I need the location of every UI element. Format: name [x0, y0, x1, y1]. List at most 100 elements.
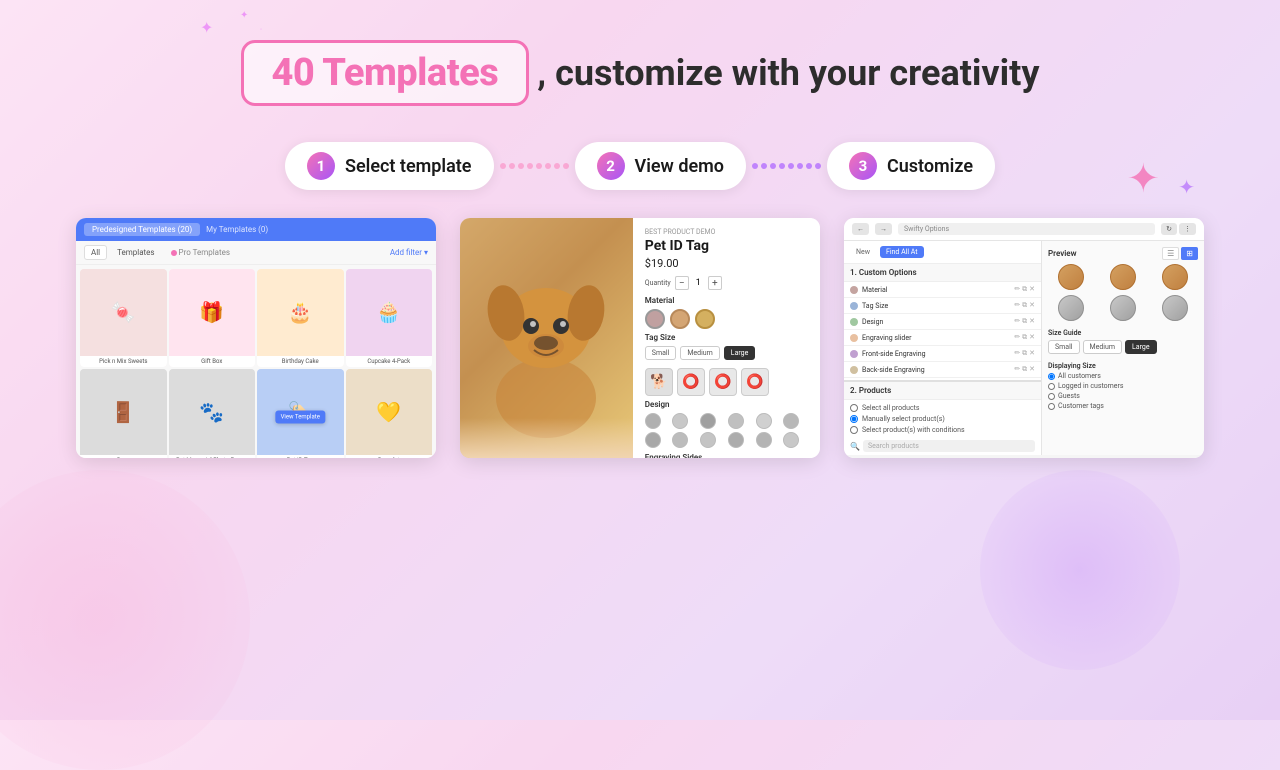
template-item[interactable]: 🐾 Pet Memorial Photo Frame	[169, 369, 256, 459]
copy-icon[interactable]: ⧉	[1022, 333, 1027, 342]
design-opt[interactable]	[672, 413, 688, 429]
template-item-active[interactable]: 🏷️ Pet ID Tag View Template	[257, 369, 344, 459]
option-icons: ✏ ⧉ ✕	[1014, 301, 1035, 310]
guests[interactable]: Guests	[1048, 392, 1198, 400]
select-all-radio[interactable]	[850, 404, 858, 412]
copy-icon[interactable]: ⧉	[1022, 301, 1027, 310]
select-product-radio[interactable]	[850, 415, 858, 423]
template-item[interactable]: 🍬 Pick n Mix Sweets	[80, 269, 167, 367]
filter-all[interactable]: All	[84, 245, 107, 260]
material-section: Material	[645, 296, 808, 329]
option-label: Engraving slider	[862, 334, 1010, 342]
thumb-1[interactable]: 🐕	[645, 368, 673, 396]
design-opt[interactable]	[645, 413, 661, 429]
view-template-overlay[interactable]: View Template	[276, 411, 325, 424]
edit-icon[interactable]: ✏	[1014, 365, 1020, 374]
size-large[interactable]: Large	[724, 346, 756, 360]
size-large-btn[interactable]: Large	[1125, 340, 1157, 354]
product-search[interactable]: Search products	[863, 440, 1035, 452]
logged-in-radio[interactable]	[1048, 383, 1055, 390]
connector-2	[752, 163, 821, 169]
customer-tags[interactable]: Customer tags	[1048, 402, 1198, 410]
thumb-3[interactable]: ⭕	[709, 368, 737, 396]
more-btn[interactable]: ⋮	[1179, 223, 1196, 235]
dot	[518, 163, 524, 169]
step-3-pill: 3 Customize	[827, 142, 995, 190]
customize-content: ← → Swifty Options ↻ ⋮ New Find All At	[844, 218, 1204, 458]
qty-minus[interactable]: −	[675, 276, 689, 290]
template-item[interactable]: 🧁 Cupcake 4-Pack	[346, 269, 433, 367]
delete-icon[interactable]: ✕	[1029, 365, 1035, 374]
screenshot-product-demo: BEST PRODUCT DEMO Pet ID Tag $19.00 Quan…	[460, 218, 820, 458]
dot	[779, 163, 785, 169]
all-customers-radio[interactable]	[1048, 373, 1055, 380]
preview-ctrl-1[interactable]: ☰	[1162, 247, 1179, 260]
predesigned-tab[interactable]: Predesigned Templates (20)	[84, 223, 200, 236]
all-customers[interactable]: All customers	[1048, 372, 1198, 380]
new-tab[interactable]: New	[850, 246, 876, 258]
design-opt[interactable]	[783, 432, 799, 448]
delete-icon[interactable]: ✕	[1029, 333, 1035, 342]
design-opt[interactable]	[700, 432, 716, 448]
reload-btn[interactable]: ↻	[1161, 223, 1177, 235]
template-item[interactable]: 🎂 Birthday Cake	[257, 269, 344, 367]
find-all-tab[interactable]: Find All At	[880, 246, 924, 258]
add-filter-btn[interactable]: Add filter ▾	[390, 248, 428, 257]
copy-icon[interactable]: ⧉	[1022, 285, 1027, 294]
copy-icon[interactable]: ⧉	[1022, 349, 1027, 358]
logged-in[interactable]: Logged in customers	[1048, 382, 1198, 390]
edit-icon[interactable]: ✏	[1014, 349, 1020, 358]
url-bar[interactable]: Swifty Options	[898, 223, 1155, 235]
preview-ctrl-2[interactable]: ⊞	[1181, 247, 1198, 260]
design-opt[interactable]	[756, 432, 772, 448]
size-small-btn[interactable]: Small	[1048, 340, 1080, 354]
design-opt[interactable]	[728, 432, 744, 448]
back-btn[interactable]: ←	[852, 223, 869, 235]
option-label: Material	[862, 286, 1010, 294]
size-small[interactable]: Small	[645, 346, 677, 360]
delete-icon[interactable]: ✕	[1029, 301, 1035, 310]
delete-icon[interactable]: ✕	[1029, 349, 1035, 358]
copy-icon[interactable]: ⧉	[1022, 317, 1027, 326]
filter-templates[interactable]: Templates	[111, 246, 160, 259]
option-color-dot	[850, 350, 858, 358]
design-opt[interactable]	[645, 432, 661, 448]
filter-pro[interactable]: Pro Templates	[165, 246, 237, 259]
template-item[interactable]: 🎁 Gift Box	[169, 269, 256, 367]
guests-radio[interactable]	[1048, 393, 1055, 400]
pendant-circle	[1058, 264, 1084, 290]
delete-icon[interactable]: ✕	[1029, 285, 1035, 294]
delete-icon[interactable]: ✕	[1029, 317, 1035, 326]
size-medium[interactable]: Medium	[680, 346, 719, 360]
engraving-section: Engraving Sides Front Only Front & Back …	[645, 453, 808, 458]
design-opt[interactable]	[700, 413, 716, 429]
material-opt-2[interactable]	[670, 309, 690, 329]
design-opt[interactable]	[756, 413, 772, 429]
select-tag-radio[interactable]	[850, 426, 858, 434]
qty-plus[interactable]: +	[708, 276, 722, 290]
dot	[806, 163, 812, 169]
edit-icon[interactable]: ✏	[1014, 333, 1020, 342]
dot	[545, 163, 551, 169]
material-opt-1[interactable]	[645, 309, 665, 329]
edit-icon[interactable]: ✏	[1014, 285, 1020, 294]
design-opt[interactable]	[672, 432, 688, 448]
edit-icon[interactable]: ✏	[1014, 301, 1020, 310]
forward-btn[interactable]: →	[875, 223, 892, 235]
thumb-2[interactable]: ⭕	[677, 368, 705, 396]
dot	[536, 163, 542, 169]
edit-icon[interactable]: ✏	[1014, 317, 1020, 326]
design-opt[interactable]	[728, 413, 744, 429]
customer-tags-radio[interactable]	[1048, 403, 1055, 410]
design-opt[interactable]	[783, 413, 799, 429]
copy-icon[interactable]: ⧉	[1022, 365, 1027, 374]
template-item[interactable]: 💛 Bracelet	[346, 369, 433, 459]
pendant-grid	[1048, 264, 1198, 321]
preview-header: Preview ☰ ⊞	[1048, 247, 1198, 260]
my-templates-tab[interactable]: My Templates (0)	[206, 225, 268, 234]
thumb-4[interactable]: ⭕	[741, 368, 769, 396]
pendant-circle-silver	[1110, 295, 1136, 321]
template-item[interactable]: 🚪 Door	[80, 369, 167, 459]
material-opt-3[interactable]	[695, 309, 715, 329]
size-medium-btn[interactable]: Medium	[1083, 340, 1122, 354]
